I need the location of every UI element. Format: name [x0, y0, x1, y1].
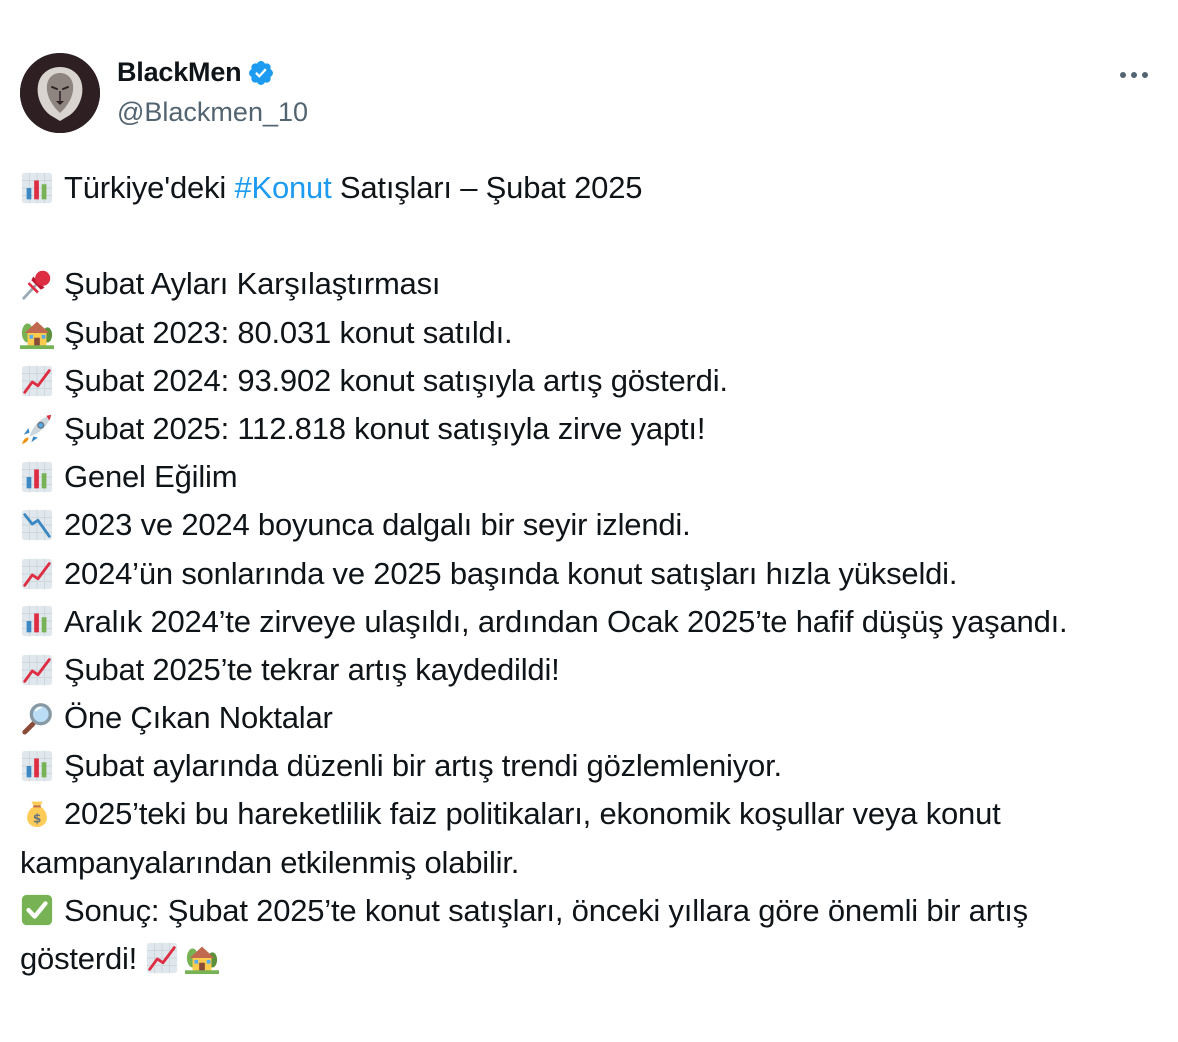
tweet: BlackMen @Blackmen_10 Türkiye'deki #Konu…: [0, 0, 1178, 1042]
list-item: Şubat 2025’te tekrar artış kaydedildi!: [20, 646, 1160, 694]
chart-increasing-icon: [20, 652, 64, 688]
author-name-row: BlackMen: [117, 57, 275, 88]
pushpin-icon: [20, 266, 64, 302]
list-item: 2025’teki bu hareketlilik faiz politikal…: [20, 790, 1080, 886]
house-garden-icon: [185, 940, 229, 976]
tweet-title-line: Türkiye'deki #Konut Satışları – Şubat 20…: [20, 164, 1160, 212]
money-bag-icon: [20, 795, 64, 831]
bar-chart-icon: [20, 170, 64, 206]
chart-increasing-icon: [20, 556, 64, 592]
list-item: Şubat 2025: 112.818 konut satışıyla zirv…: [20, 405, 1160, 453]
list-item: Şubat 2023: 80.031 konut satıldı.: [20, 309, 1160, 357]
line-text: 2023 ve 2024 boyunca dalgalı bir seyir i…: [64, 507, 691, 543]
line-text: Şubat 2025: 112.818 konut satışıyla zirv…: [64, 410, 706, 446]
line-text: Şubat 2024: 93.902 konut satışıyla artış…: [64, 362, 728, 398]
line-text: Şubat 2023: 80.031 konut satıldı.: [64, 314, 513, 350]
bar-chart-icon: [20, 459, 64, 495]
bar-chart-icon: [20, 603, 64, 639]
list-item: 2024’ün sonlarında ve 2025 başında konut…: [20, 550, 1160, 598]
line-text: Şubat aylarında düzenli bir artış trendi…: [64, 748, 782, 784]
line-text: Şubat 2025’te tekrar artış kaydedildi!: [64, 651, 560, 687]
title-prefix: Türkiye'deki: [64, 170, 235, 205]
rocket-icon: [20, 411, 64, 447]
bar-chart-icon: [20, 748, 64, 784]
lion-logo-icon: [20, 53, 100, 133]
chart-increasing-icon: [145, 940, 185, 976]
check-mark-icon: [20, 892, 64, 928]
line-text: Genel Eğilim: [64, 459, 238, 495]
display-name[interactable]: BlackMen: [117, 57, 242, 88]
author-handle[interactable]: @Blackmen_10: [117, 97, 308, 128]
tweet-text: Türkiye'deki #Konut Satışları – Şubat 20…: [20, 164, 1160, 983]
magnifying-glass-icon: [20, 700, 64, 736]
line-text: Şubat Ayları Karşılaştırması: [64, 266, 441, 302]
list-item: Şubat aylarında düzenli bir artış trendi…: [20, 742, 1160, 790]
verified-badge-icon[interactable]: [247, 59, 275, 87]
line-text: 2024’ün sonlarında ve 2025 başında konut…: [64, 555, 958, 591]
house-garden-icon: [20, 315, 64, 351]
line-text: Aralık 2024’te zirveye ulaşıldı, ardında…: [64, 603, 1068, 639]
list-item: Aralık 2024’te zirveye ulaşıldı, ardında…: [20, 598, 1095, 646]
title-suffix: Satışları – Şubat 2025: [331, 170, 643, 205]
list-item: Şubat 2024: 93.902 konut satışıyla artış…: [20, 357, 1160, 405]
list-item: Öne Çıkan Noktalar: [20, 694, 1160, 742]
list-item: 2023 ve 2024 boyunca dalgalı bir seyir i…: [20, 501, 1160, 549]
list-item: Sonuç: Şubat 2025’te konut satışları, ön…: [20, 887, 1115, 983]
chart-decreasing-icon: [20, 507, 64, 543]
more-options-icon[interactable]: [1114, 60, 1154, 90]
avatar[interactable]: [20, 53, 100, 133]
list-item: Şubat Ayları Karşılaştırması: [20, 260, 1160, 308]
list-item: Genel Eğilim: [20, 453, 1160, 501]
hashtag-link[interactable]: #Konut: [234, 164, 331, 212]
line-text: 2025’teki bu hareketlilik faiz politikal…: [20, 796, 1001, 880]
line-text: Öne Çıkan Noktalar: [64, 700, 333, 736]
chart-increasing-icon: [20, 363, 64, 399]
